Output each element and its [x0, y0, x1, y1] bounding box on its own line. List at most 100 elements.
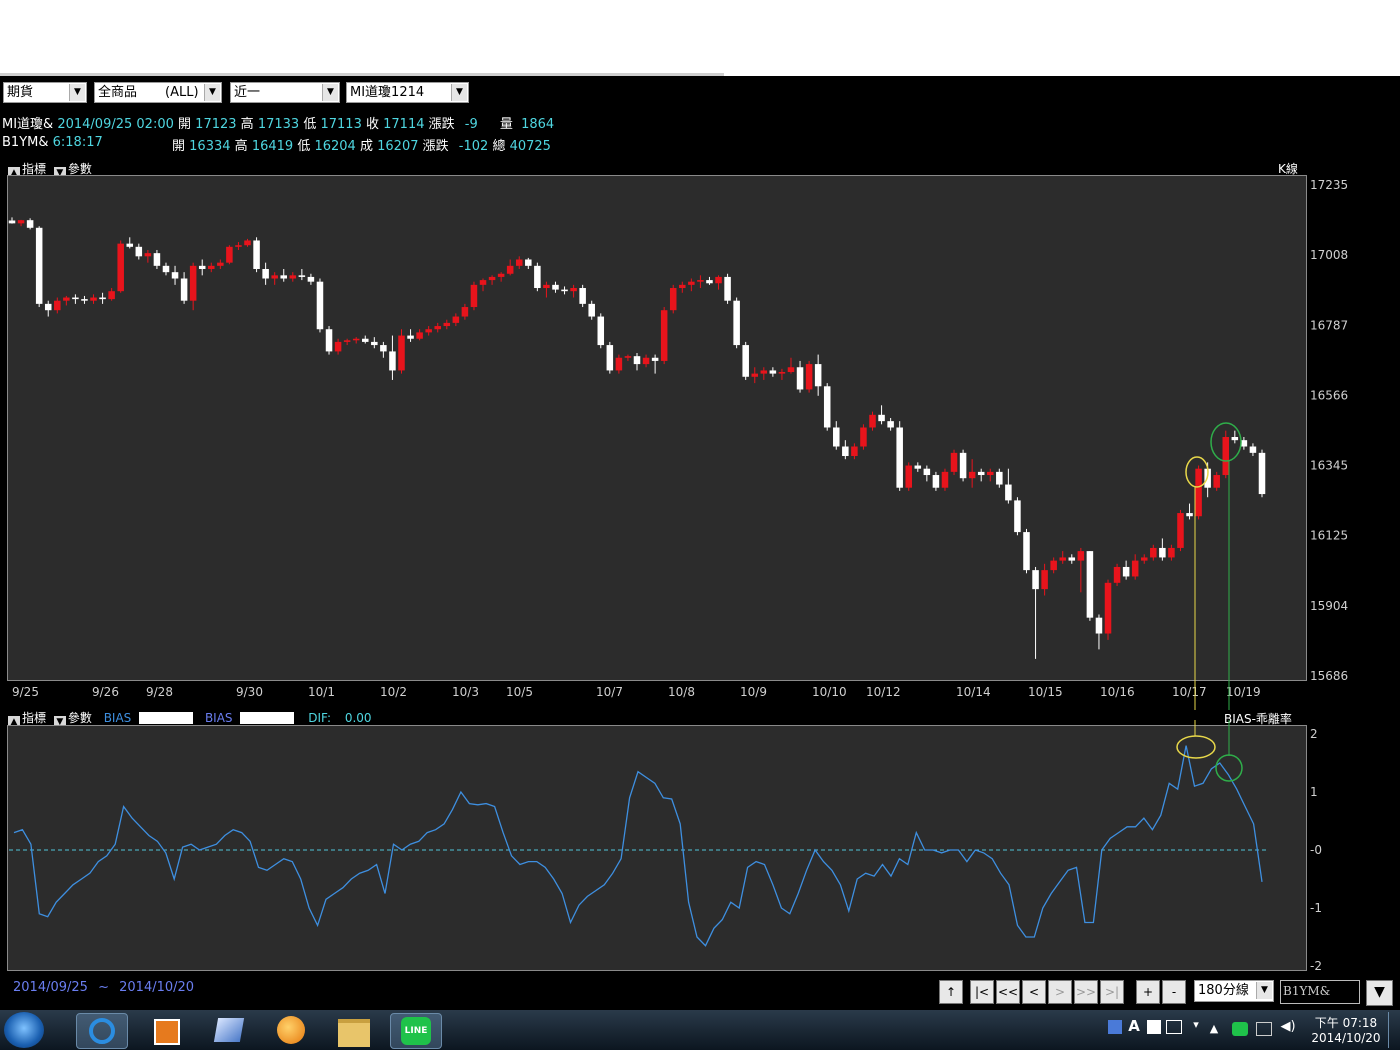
- x-tick-label: 10/10: [812, 685, 847, 699]
- candle-body: [1231, 436, 1239, 441]
- chevron-down-icon[interactable]: ▼: [322, 84, 338, 101]
- candle-body: [833, 427, 840, 447]
- quote2-time: 6:18:17: [52, 135, 103, 150]
- candle-body: [1050, 560, 1057, 571]
- candle-body: [814, 364, 822, 387]
- quote2-last: 16207: [377, 139, 419, 154]
- x-tick-label: 9/25: [12, 685, 39, 699]
- candle-body: [570, 288, 577, 292]
- candle-body: [443, 322, 451, 327]
- candle-body: [579, 288, 586, 304]
- x-tick-label: 10/7: [596, 685, 623, 699]
- keyboard-icon[interactable]: [1166, 1020, 1182, 1034]
- last-page-button[interactable]: >|: [1100, 980, 1124, 1004]
- dropdown-icon[interactable]: ▼: [1366, 980, 1393, 1006]
- candle-body: [1195, 468, 1202, 517]
- input-method-icon[interactable]: [1108, 1020, 1122, 1034]
- candle-body: [1077, 551, 1085, 561]
- media-player-icon[interactable]: [140, 1013, 190, 1047]
- candle-body: [1122, 566, 1130, 577]
- x-tick-label: 10/19: [1226, 685, 1261, 699]
- app-icon[interactable]: [204, 1013, 254, 1047]
- quote2-open: 16334: [189, 139, 231, 154]
- candle-body: [987, 471, 994, 476]
- line-tray-icon[interactable]: [1232, 1022, 1248, 1036]
- interval-select[interactable]: 180分線 ▼: [1194, 980, 1274, 1002]
- zoom-out-button[interactable]: -: [1162, 980, 1186, 1004]
- date-range: 2014/09/25 ~ 2014/10/20: [13, 980, 194, 995]
- candle-body: [180, 278, 188, 301]
- candle-body: [380, 345, 387, 352]
- next-button[interactable]: >: [1048, 980, 1072, 1004]
- folder-icon[interactable]: [328, 1013, 378, 1047]
- candle-body: [778, 372, 786, 374]
- chevron-down-icon[interactable]: ▼: [204, 84, 220, 101]
- candle-body: [506, 265, 514, 274]
- products-filter: (ALL): [165, 85, 199, 100]
- interval-select-value: 180分線: [1198, 983, 1249, 998]
- clock[interactable]: 下午 07:18 2014/10/20: [1306, 1014, 1386, 1045]
- candle-body: [715, 276, 722, 284]
- x-tick-label: 10/12: [866, 685, 901, 699]
- quote-line-1: MI道瓊& 2014/09/25 02:00 開 17123 高 17133 低…: [2, 113, 554, 132]
- tray-expand-icon[interactable]: ▲: [1208, 1022, 1220, 1035]
- candle-body: [81, 299, 88, 301]
- volume-icon[interactable]: ◀): [1280, 1019, 1296, 1034]
- date-range-separator: ~: [98, 980, 109, 995]
- scroll-up-button[interactable]: ↑: [939, 980, 963, 1004]
- candle-body: [923, 468, 931, 476]
- candle-body: [1131, 560, 1139, 577]
- chevron-down-icon[interactable]: ▼: [451, 84, 467, 101]
- candle-body: [688, 281, 695, 285]
- ime-menu-icon[interactable]: ▾: [1190, 1018, 1202, 1031]
- fast-forward-button[interactable]: >>: [1074, 980, 1098, 1004]
- x-tick-label: 9/26: [92, 685, 119, 699]
- bias-y-tick-label: -1: [1310, 901, 1322, 915]
- chevron-down-icon[interactable]: ▼: [69, 84, 85, 101]
- half-width-icon[interactable]: [1147, 1020, 1161, 1034]
- network-icon[interactable]: [1256, 1022, 1272, 1036]
- candle-body: [262, 268, 269, 279]
- prev-button[interactable]: <: [1022, 980, 1046, 1004]
- messenger-icon[interactable]: [266, 1013, 316, 1047]
- candle-body: [1095, 617, 1103, 634]
- candle-body: [1150, 547, 1157, 558]
- products-select-value: 全商品: [98, 85, 138, 100]
- fast-back-button[interactable]: <<: [996, 980, 1020, 1004]
- symbol-select[interactable]: MI道瓊1214 ▼: [346, 82, 469, 103]
- candle-body: [534, 265, 541, 289]
- period-select[interactable]: 近一 ▼: [230, 82, 340, 103]
- candle-body: [1159, 547, 1166, 558]
- candle-body: [543, 284, 550, 289]
- candle-body: [787, 367, 795, 373]
- code-input[interactable]: B1YM&: [1280, 980, 1360, 1004]
- candle-body: [1113, 566, 1121, 583]
- windows-start-icon[interactable]: [4, 1012, 44, 1048]
- candle-body: [941, 471, 949, 488]
- candle-body: [362, 338, 369, 342]
- candle-body: [217, 262, 224, 266]
- line-app-icon[interactable]: LINE: [390, 1013, 442, 1049]
- candle-body: [1023, 532, 1030, 571]
- date-range-to: 2014/10/20: [119, 980, 195, 995]
- font-a-icon[interactable]: A: [1126, 1017, 1142, 1035]
- candle-body: [470, 284, 478, 308]
- browser-top-area: [0, 0, 1400, 76]
- candle-body: [144, 253, 152, 257]
- show-desktop-button[interactable]: [1388, 1012, 1399, 1048]
- candle-body: [932, 475, 940, 488]
- candle-body: [488, 276, 496, 281]
- bias-y-tick-label: 1: [1310, 785, 1318, 799]
- internet-explorer-icon[interactable]: [76, 1013, 128, 1049]
- candle-body: [461, 307, 469, 317]
- candle-body: [343, 340, 351, 342]
- candle-body: [1104, 582, 1112, 634]
- candle-body: [860, 427, 867, 447]
- products-select[interactable]: 全商品 (ALL) ▼: [94, 82, 222, 103]
- candle-body: [615, 357, 623, 371]
- first-page-button[interactable]: |<: [970, 980, 994, 1004]
- yellow-highlight-circle: [1176, 735, 1216, 759]
- zoom-in-button[interactable]: +: [1136, 980, 1160, 1004]
- chevron-down-icon[interactable]: ▼: [1256, 982, 1272, 999]
- market-select[interactable]: 期貨 ▼: [3, 82, 87, 103]
